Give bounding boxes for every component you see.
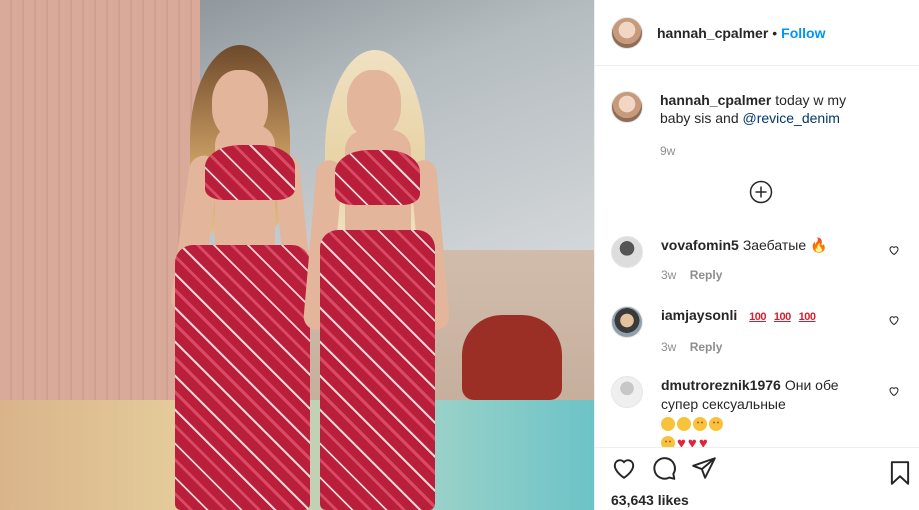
comment-username[interactable]: iamjaysonli: [661, 307, 737, 323]
red-heart-icon: ♥: [687, 435, 697, 447]
caption: hannah_cpalmer today w my baby sis and @r…: [595, 91, 919, 160]
like-comment-heart-icon[interactable]: [888, 244, 900, 256]
emoji-row: ♥ ♥ ♥: [661, 434, 876, 447]
heart-icon[interactable]: [611, 455, 637, 481]
comments-list[interactable]: hannah_cpalmer today w my baby sis and @r…: [595, 67, 919, 447]
post-photo[interactable]: [0, 0, 594, 510]
red-heart-icon: ♥: [698, 435, 708, 447]
hundred-emoji: 100: [773, 311, 791, 323]
follow-button[interactable]: Follow: [781, 25, 825, 41]
hundred-emoji: 100: [798, 311, 816, 323]
caption-avatar[interactable]: [611, 91, 643, 123]
caption-time[interactable]: 9w: [660, 144, 675, 158]
comment-item: iamjaysonli 100 100 100 3w Reply: [595, 306, 919, 356]
reply-button[interactable]: Reply: [690, 340, 723, 354]
post-header: hannah_cpalmer • Follow: [595, 0, 919, 66]
caption-mention[interactable]: @revice_denim: [743, 110, 840, 126]
like-comment-heart-icon[interactable]: [888, 385, 900, 397]
photo-person-right: [302, 50, 451, 510]
comment-text: Заебатые 🔥: [742, 237, 828, 253]
astonished-face-icon: [661, 417, 675, 431]
share-icon[interactable]: [691, 455, 717, 481]
comment-username[interactable]: dmutroreznik1976: [661, 377, 781, 393]
comment-item: vovafomin5 Заебатые 🔥 3w Reply: [595, 236, 919, 284]
post-sidebar: hannah_cpalmer • Follow hannah_cpalmer to…: [594, 0, 919, 510]
comment-avatar[interactable]: [611, 306, 643, 338]
astonished-face-icon: [677, 417, 691, 431]
comment-time[interactable]: 3w: [661, 268, 676, 282]
instagram-post: hannah_cpalmer • Follow hannah_cpalmer to…: [0, 0, 919, 510]
author-username[interactable]: hannah_cpalmer: [657, 25, 768, 41]
reply-button[interactable]: Reply: [690, 268, 723, 282]
bookmark-icon[interactable]: [887, 460, 913, 486]
comment-icon[interactable]: [651, 455, 677, 481]
comment-username[interactable]: vovafomin5: [661, 237, 739, 253]
comment-time[interactable]: 3w: [661, 340, 676, 354]
likes-count[interactable]: 63,643 likes: [611, 492, 689, 508]
photo-chair: [462, 315, 562, 400]
author-avatar[interactable]: [611, 16, 643, 49]
action-bar: [595, 447, 919, 487]
comment-item: dmutroreznik1976 Они обе супер сексуальны…: [595, 376, 919, 447]
heart-eyes-face-icon: [693, 417, 707, 431]
comment-avatar[interactable]: [611, 376, 643, 408]
photo-person-left: [160, 45, 320, 510]
caption-username[interactable]: hannah_cpalmer: [660, 92, 771, 108]
heart-eyes-face-icon: [709, 417, 723, 431]
heart-eyes-face-icon: [661, 436, 675, 447]
like-comment-heart-icon[interactable]: [888, 314, 900, 326]
comment-avatar[interactable]: [611, 236, 643, 268]
header-separator: •: [772, 24, 778, 41]
hundred-emoji: 100: [749, 311, 767, 323]
plus-circle-icon[interactable]: [749, 180, 773, 204]
red-heart-icon: ♥: [677, 435, 686, 447]
emoji-row: [661, 415, 876, 434]
